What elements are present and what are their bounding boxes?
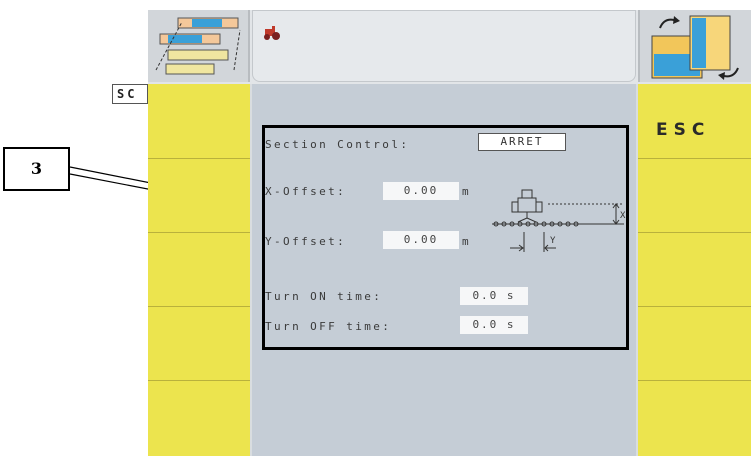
softkey-right-3[interactable] [638, 232, 751, 307]
sc-tab: SC [112, 84, 148, 104]
section-rotate-button[interactable] [638, 10, 751, 82]
section-layout-icon [155, 17, 241, 75]
esc-label: ESC [656, 120, 711, 140]
softkey-column-right: ESC [638, 84, 751, 456]
section-rotate-icon [651, 15, 739, 80]
softkey-left-3[interactable] [148, 232, 250, 307]
softkey-right-2[interactable] [638, 158, 751, 233]
softkey-left-4[interactable] [148, 306, 250, 381]
tractor-icon [264, 26, 280, 40]
softkey-right-5[interactable] [638, 380, 751, 456]
section-layout-button[interactable] [148, 10, 250, 82]
softkey-left-1[interactable] [148, 84, 250, 159]
softkey-left-5[interactable] [148, 380, 250, 456]
softkey-left-2[interactable] [148, 158, 250, 233]
esc-softkey[interactable]: ESC [638, 84, 751, 159]
top-status-panel [252, 10, 636, 82]
softkey-column-left [148, 84, 250, 456]
callout-highlight-box [262, 125, 629, 350]
callout-number-box: 3 [3, 147, 70, 191]
softkey-right-4[interactable] [638, 306, 751, 381]
